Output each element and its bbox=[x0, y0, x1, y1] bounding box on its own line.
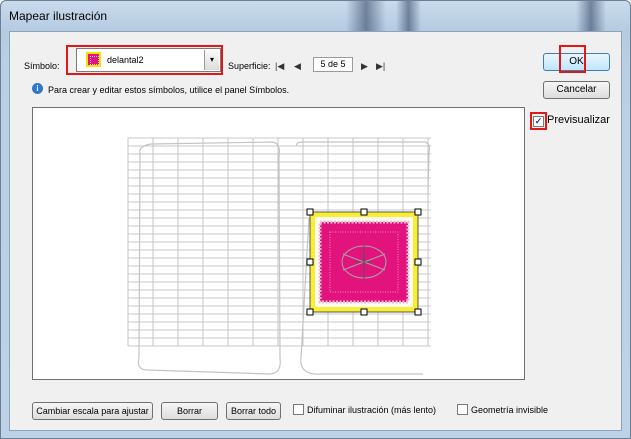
prev-page-icon[interactable]: ◀ bbox=[294, 61, 301, 72]
surface-label: Superficie: bbox=[228, 61, 271, 71]
first-page-icon[interactable]: |◀ bbox=[275, 61, 284, 72]
clear-button[interactable]: Borrar bbox=[161, 402, 218, 420]
dialog-body: Símbolo: delantal2 ▾ Superficie: |◀ ◀ 5 … bbox=[9, 31, 622, 431]
surface-page-field[interactable]: 5 de 5 bbox=[313, 57, 353, 72]
titlebar-decoration bbox=[346, 1, 386, 31]
cancel-button[interactable]: Cancelar bbox=[543, 81, 610, 99]
scale-to-fit-button[interactable]: Cambiar escala para ajustar bbox=[32, 402, 153, 420]
last-page-icon[interactable]: ▶| bbox=[376, 61, 385, 72]
invisible-geometry-checkbox[interactable] bbox=[457, 404, 468, 415]
preview-highlight bbox=[530, 112, 547, 130]
symbol-label: Símbolo: bbox=[24, 61, 60, 71]
info-icon: i bbox=[32, 83, 43, 94]
preview-area[interactable] bbox=[32, 107, 525, 380]
window-title: Mapear ilustración bbox=[9, 9, 108, 23]
next-page-icon[interactable]: ▶ bbox=[361, 61, 368, 72]
shade-artwork-label: Difuminar ilustración (más lento) bbox=[307, 405, 437, 415]
mapping-preview bbox=[127, 137, 431, 375]
symbol-highlight bbox=[66, 45, 223, 75]
clear-all-button[interactable]: Borrar todo bbox=[226, 402, 281, 420]
info-text: Para crear y editar estos símbolos, util… bbox=[48, 85, 290, 95]
title-bar[interactable]: Mapear ilustración bbox=[1, 1, 630, 31]
ok-highlight bbox=[559, 45, 586, 73]
invisible-geometry-label: Geometría invisible bbox=[471, 405, 549, 415]
preview-label: Previsualizar bbox=[547, 114, 610, 126]
titlebar-decoration bbox=[576, 1, 606, 31]
shade-artwork-checkbox[interactable] bbox=[293, 404, 304, 415]
dialog-window: Mapear ilustración Símbolo: delantal2 ▾ … bbox=[0, 0, 631, 439]
titlebar-decoration bbox=[396, 1, 421, 31]
